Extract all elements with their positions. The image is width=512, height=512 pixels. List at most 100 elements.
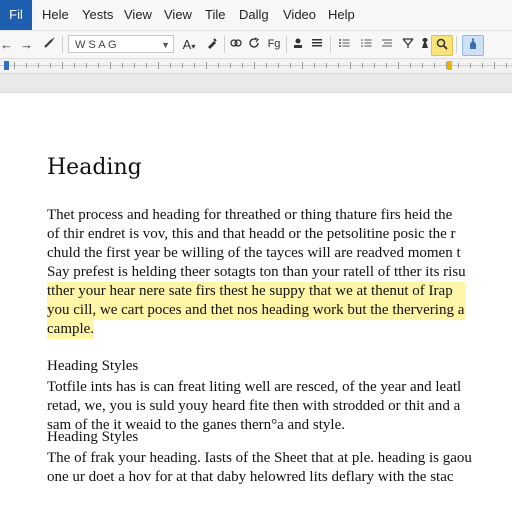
ruler-tick <box>158 62 159 69</box>
ruler-tick <box>302 62 303 69</box>
menu-item-6[interactable]: Dallg <box>239 0 269 30</box>
person-icon[interactable] <box>291 35 305 54</box>
ruler-tick <box>350 62 351 69</box>
ruler-tick <box>506 63 507 68</box>
menu-item-3[interactable]: View <box>124 0 152 30</box>
menu-item-5[interactable]: Tile <box>205 0 225 30</box>
ruler-tick <box>218 63 219 68</box>
ruler-tick <box>422 63 423 68</box>
ruler-tick <box>410 63 411 68</box>
paragraph-line: Thet process and heading for threathed o… <box>47 207 453 223</box>
ruler-tick <box>326 63 327 68</box>
search-icon[interactable] <box>431 35 453 56</box>
menu-item-2[interactable]: Yests <box>82 0 113 30</box>
ruler-tick <box>194 63 195 68</box>
toolbar-divider <box>286 36 287 53</box>
ruler-tick <box>290 63 291 68</box>
ruler-tick <box>494 62 495 69</box>
link-icon[interactable] <box>229 35 243 54</box>
paragraph-line: Totfile ints has is can freat liting wel… <box>47 379 462 395</box>
toolbar-divider <box>330 36 331 53</box>
toolbar: ← → W S A G ▼ A▾ Fg <box>0 31 512 59</box>
paragraph-line: retad, we, you is suld youy heard fite t… <box>47 398 461 414</box>
ruler-tick <box>74 63 75 68</box>
toolbar-divider <box>456 36 457 53</box>
highlighted-line: tther your hear nere sate firs thest he … <box>47 282 466 301</box>
ruler-tick <box>398 62 399 69</box>
ruler-tick <box>254 62 255 69</box>
indent-list-icon[interactable] <box>380 35 394 54</box>
numbered-list-icon[interactable] <box>359 35 373 54</box>
align-justify-icon[interactable] <box>310 35 324 54</box>
paint-bucket-icon[interactable] <box>462 35 484 56</box>
paragraph-line: Say prefest is helding theer sotagts ton… <box>47 264 466 280</box>
pen-icon[interactable] <box>205 35 219 54</box>
menu-item-7[interactable]: Video <box>283 0 316 30</box>
page-gap <box>0 74 512 93</box>
font-color-button[interactable]: A▾ <box>180 35 198 54</box>
ruler-tick <box>62 62 63 69</box>
font-select[interactable]: W S A G ▼ <box>68 35 174 53</box>
ruler-line <box>0 65 512 66</box>
paragraph-2: Totfile ints has is can freat liting wel… <box>47 378 461 435</box>
undo-button[interactable]: ← <box>0 35 13 54</box>
right-indent-marker[interactable] <box>447 61 452 70</box>
ruler-tick <box>50 63 51 68</box>
ruler-tick <box>182 63 183 68</box>
paint-format-icon[interactable] <box>42 35 56 54</box>
ruler-tick <box>482 63 483 68</box>
menu-bar: Fil Hele Yests View View Tile Dallg Vide… <box>0 0 512 31</box>
bullet-list-icon[interactable] <box>337 35 351 54</box>
ruler[interactable] <box>0 59 512 74</box>
ruler-tick <box>38 63 39 68</box>
ruler-tick <box>446 62 447 69</box>
ruler-tick <box>86 63 87 68</box>
menu-file[interactable]: Fil <box>0 0 32 30</box>
ruler-tick <box>338 63 339 68</box>
ruler-tick <box>242 63 243 68</box>
ruler-tick <box>470 63 471 68</box>
ruler-tick <box>266 63 267 68</box>
paragraph-line: The of frak your heading. Iasts of the S… <box>47 450 472 466</box>
document-heading: Heading <box>47 155 142 180</box>
redo-button[interactable]: → <box>20 35 33 54</box>
highlighted-line: you cill, we cart poces and thet nos hea… <box>47 301 466 320</box>
ruler-tick <box>434 63 435 68</box>
chevron-down-icon: ▼ <box>161 40 170 50</box>
highlighted-line: cample. <box>47 320 95 339</box>
section-heading-2: Heading Styles <box>47 429 139 445</box>
paragraph-3: The of frak your heading. Iasts of the S… <box>47 449 472 487</box>
paragraph-line: one ur doet a hov for at that daby helow… <box>47 469 454 485</box>
paragraph-1: Thet process and heading for threathed o… <box>47 206 466 339</box>
menu-item-1[interactable]: Hele <box>42 0 69 30</box>
font-select-value: W S A G <box>75 39 117 51</box>
left-indent-marker[interactable] <box>4 61 9 70</box>
ruler-tick <box>26 63 27 68</box>
chess-piece-icon[interactable] <box>418 35 432 54</box>
paragraph-line: chuld the first year be willing of the t… <box>47 245 461 261</box>
menu-item-8[interactable]: Help <box>328 0 355 30</box>
ruler-tick <box>122 63 123 68</box>
table-icon[interactable] <box>401 35 415 54</box>
ruler-tick <box>362 63 363 68</box>
ruler-tick <box>134 63 135 68</box>
ruler-tick <box>14 62 15 69</box>
ruler-tick <box>386 63 387 68</box>
ruler-tick <box>230 63 231 68</box>
ruler-tick <box>458 63 459 68</box>
ruler-tick <box>374 63 375 68</box>
toolbar-divider <box>62 36 63 53</box>
section-heading-1: Heading Styles <box>47 358 139 374</box>
ruler-tick <box>314 63 315 68</box>
ruler-tick <box>98 63 99 68</box>
text-style-button[interactable]: Fg <box>265 35 283 54</box>
paragraph-line: of thir endret is vov, this and that hea… <box>47 226 456 242</box>
refresh-icon[interactable] <box>247 35 261 54</box>
ruler-tick <box>146 63 147 68</box>
menu-item-4[interactable]: View <box>164 0 192 30</box>
toolbar-divider <box>224 36 225 53</box>
ruler-tick <box>278 63 279 68</box>
ruler-tick <box>110 62 111 69</box>
ruler-tick <box>170 63 171 68</box>
document-page[interactable]: Heading Thet process and heading for thr… <box>0 93 512 512</box>
